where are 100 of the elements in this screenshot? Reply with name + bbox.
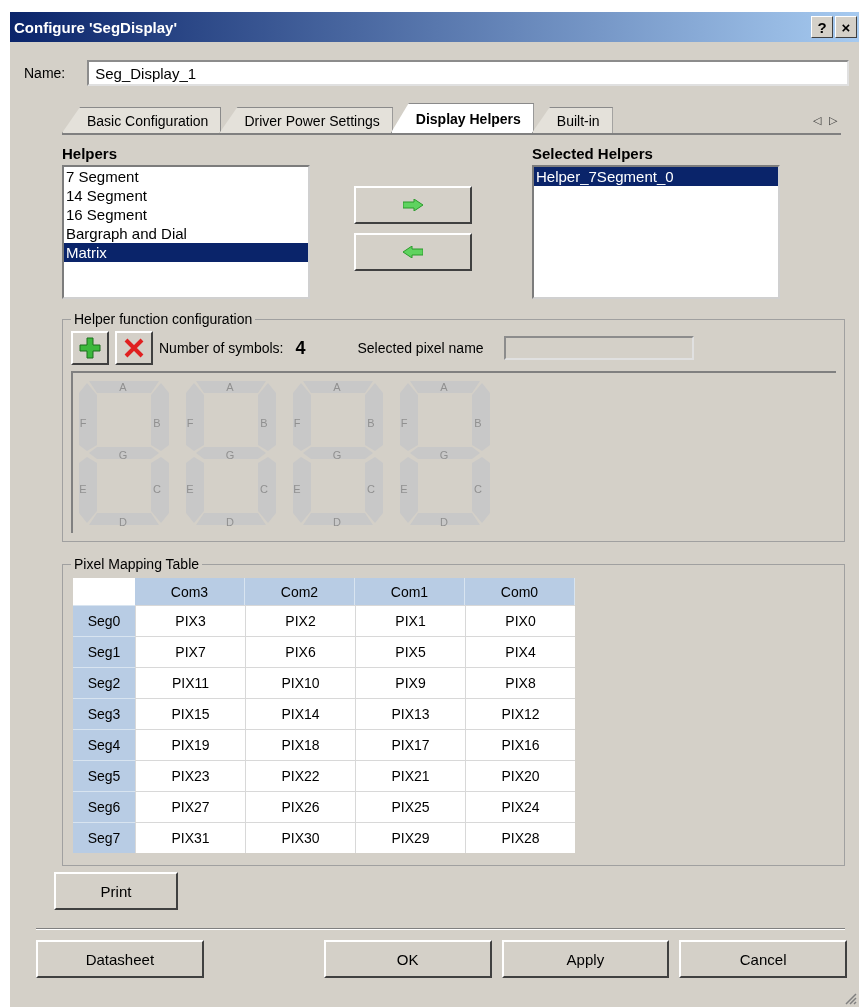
segment-label: D [440, 516, 448, 528]
segment-label: B [367, 417, 375, 429]
row-header: Seg5 [73, 760, 135, 791]
segment-label: A [226, 381, 234, 393]
table-cell: PIX19 [135, 729, 245, 760]
column-header: Com3 [135, 578, 245, 605]
list-item[interactable]: Matrix [64, 243, 308, 262]
tab[interactable]: Driver Power Settings [219, 107, 393, 133]
segment-label: E [79, 483, 87, 495]
table-cell: PIX11 [135, 667, 245, 698]
add-helper-button[interactable] [354, 186, 472, 224]
table-cell: PIX15 [135, 698, 245, 729]
segment-label: B [474, 417, 482, 429]
table-cell: PIX27 [135, 791, 245, 822]
table-cell: PIX18 [245, 729, 355, 760]
table-cell: PIX30 [245, 822, 355, 853]
table-cell: PIX25 [355, 791, 465, 822]
remove-helper-button[interactable] [354, 233, 472, 271]
table-cell: PIX13 [355, 698, 465, 729]
segment-label: G [225, 449, 235, 461]
segment-label: F [186, 417, 194, 429]
row-header: Seg2 [73, 667, 135, 698]
table-cell: PIX31 [135, 822, 245, 853]
tab[interactable]: Display Helpers [390, 103, 534, 133]
segment-label: E [400, 483, 408, 495]
list-item[interactable]: Bargraph and Dial [64, 224, 308, 243]
tab[interactable]: Built-in [531, 107, 613, 133]
table-cell: PIX10 [245, 667, 355, 698]
list-item[interactable]: Helper_7Segment_0 [534, 167, 778, 186]
list-item[interactable]: 14 Segment [64, 186, 308, 205]
window-title: Configure 'SegDisplay' [14, 18, 177, 36]
dialog-button[interactable]: Cancel [679, 940, 847, 978]
row-header: Seg4 [73, 729, 135, 760]
segment-label: A [119, 381, 127, 393]
corner-cell [73, 578, 135, 605]
column-header: Com1 [355, 578, 465, 605]
group-title: Pixel Mapping Table [73, 556, 201, 572]
selected-helpers-label: Selected Helpers [532, 145, 654, 162]
segment-label: G [439, 449, 449, 461]
segment-label: E [293, 483, 301, 495]
segment-label: E [186, 483, 194, 495]
table-cell: PIX0 [465, 605, 575, 636]
left-arrow-icon [403, 246, 423, 258]
segment-label: F [79, 417, 87, 429]
row-header: Seg1 [73, 636, 135, 667]
table-cell: PIX2 [245, 605, 355, 636]
delete-button[interactable] [115, 331, 153, 365]
table-cell: PIX23 [135, 760, 245, 791]
dialog-button[interactable]: OK [323, 940, 492, 978]
table-cell: PIX1 [355, 605, 465, 636]
table-cell: PIX5 [355, 636, 465, 667]
close-button[interactable]: × [835, 16, 857, 38]
table-cell: PIX14 [245, 698, 355, 729]
table-cell: PIX17 [355, 729, 465, 760]
table-cell: PIX28 [465, 822, 575, 853]
segment-label: G [332, 449, 342, 461]
dialog-button[interactable]: Datasheet [36, 940, 204, 978]
column-header: Com2 [245, 578, 355, 605]
segment-label: B [153, 417, 161, 429]
segment-label: F [293, 417, 301, 429]
segment-label: B [260, 417, 268, 429]
column-header: Com0 [465, 578, 575, 605]
resize-grip-icon [845, 993, 857, 1005]
helpers-label: Helpers [62, 145, 119, 162]
tab[interactable]: Basic Configuration [62, 107, 222, 133]
segment-label: D [226, 516, 234, 528]
table-cell: PIX12 [465, 698, 575, 729]
tab-scroll-button[interactable]: ◁ [813, 114, 821, 127]
list-item[interactable]: 7 Segment [64, 167, 308, 186]
name-label: Name: [24, 65, 66, 81]
plus-icon [79, 337, 101, 359]
add-button[interactable] [71, 331, 109, 365]
symbols-label: Number of symbols: [159, 340, 284, 356]
table-cell: PIX24 [465, 791, 575, 822]
pixel-name-label: Selected pixel name [357, 340, 484, 356]
symbols-count: 4 [295, 337, 306, 359]
table-cell: PIX21 [355, 760, 465, 791]
help-button[interactable]: ? [811, 16, 833, 38]
tab-scroll-button[interactable]: ▷ [829, 114, 837, 127]
table-cell: PIX7 [135, 636, 245, 667]
dialog-button[interactable]: Apply [501, 940, 670, 978]
print-button[interactable]: Print [54, 872, 178, 910]
group-title: Helper function configuration [73, 311, 254, 327]
name-field[interactable]: Seg_Display_1 [87, 60, 849, 86]
row-header: Seg3 [73, 698, 135, 729]
segment-label: A [333, 381, 341, 393]
segment-label: F [400, 417, 408, 429]
pixel-name-field[interactable] [503, 336, 694, 360]
table-cell: PIX26 [245, 791, 355, 822]
table-cell: PIX20 [465, 760, 575, 791]
list-item[interactable]: 16 Segment [64, 205, 308, 224]
segment-label: D [333, 516, 341, 528]
cross-icon [123, 337, 145, 359]
right-arrow-icon [403, 199, 423, 211]
table-cell: PIX6 [245, 636, 355, 667]
segment-label: D [119, 516, 127, 528]
segment-label: A [440, 381, 448, 393]
table-cell: PIX3 [135, 605, 245, 636]
row-header: Seg7 [73, 822, 135, 853]
table-cell: PIX22 [245, 760, 355, 791]
